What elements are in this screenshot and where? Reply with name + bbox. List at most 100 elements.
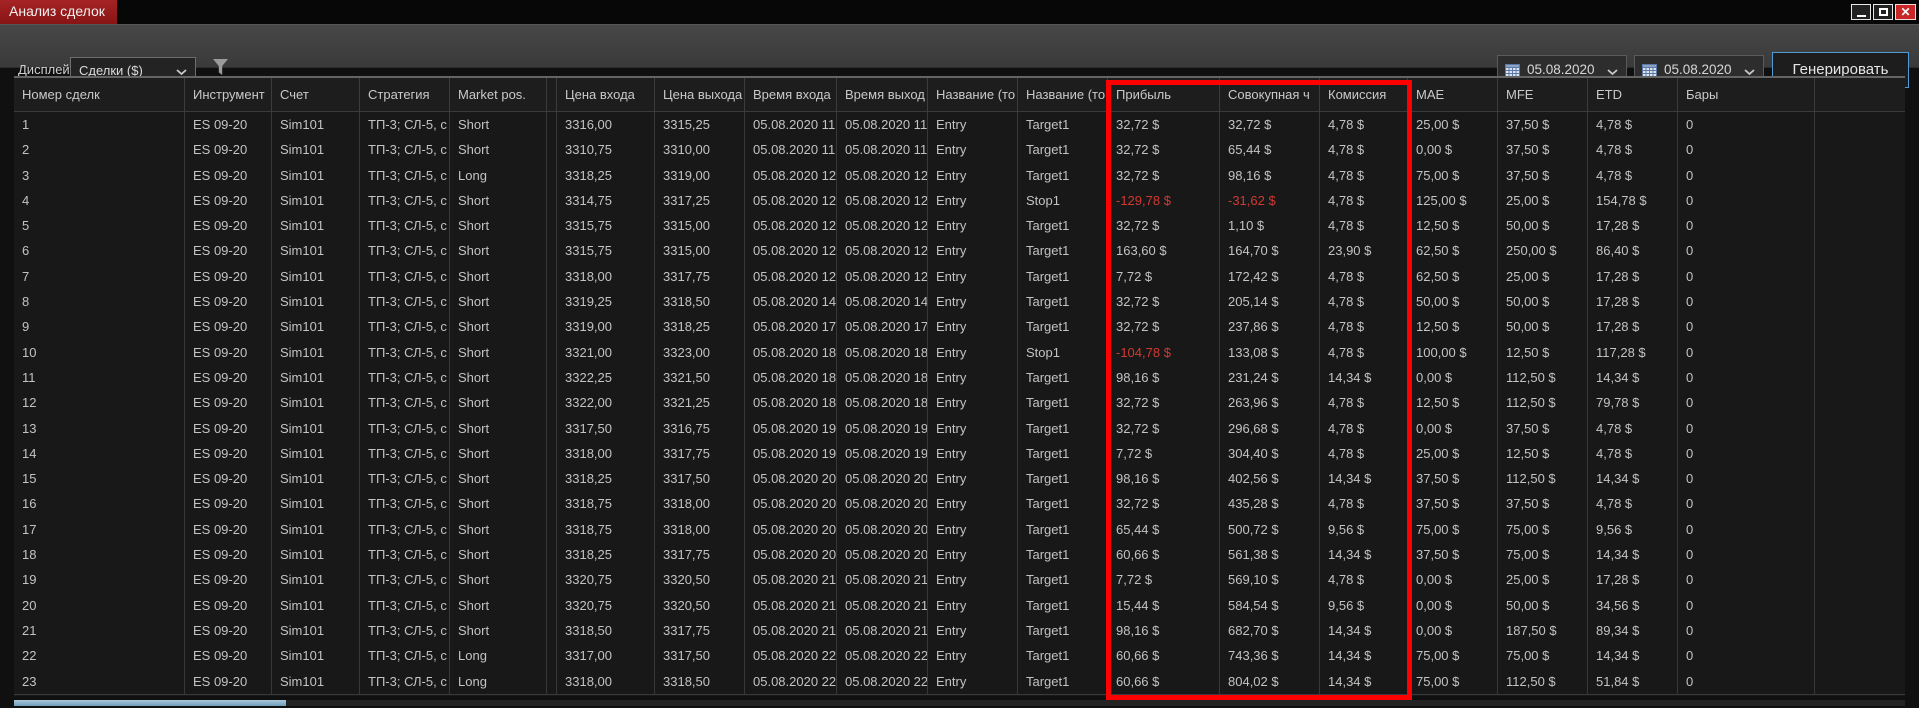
cell-mae: 75,00 $ [1408,643,1498,669]
cell-entry-time: 05.08.2020 19 [745,415,837,441]
cell-instrument: ES 09-20 [185,364,272,391]
table-row[interactable]: 9 ES 09-20 Sim101 ТП-3; СЛ-5, с Short 3319,00… [14,314,1905,340]
cell-exit-name: Target1 [1018,137,1108,163]
cell-strategy: ТП-3; СЛ-5, с [360,440,450,467]
table-row[interactable]: 12 ES 09-20 Sim101 ТП-3; СЛ-5, с Short 3322,0… [14,390,1905,416]
cell-mae: 37,50 $ [1408,542,1498,568]
horizontal-scrollbar-thumb[interactable] [14,700,286,706]
table-row[interactable]: 6 ES 09-20 Sim101 ТП-3; СЛ-5, с Short 3315,75… [14,238,1905,264]
column-header-bars[interactable]: Бары [1678,78,1815,112]
cell-bars: 0 [1678,440,1815,467]
cell-strategy: ТП-3; СЛ-5, с [360,542,450,568]
cell-bars: 0 [1678,390,1815,416]
cell-entry-price: 3318,25 [557,542,655,568]
table-row[interactable]: 11 ES 09-20 Sim101 ТП-3; СЛ-5, с Short 3322,2… [14,364,1905,391]
column-header-market-pos[interactable]: Market pos. [450,78,547,112]
cell-exit-name: Target1 [1018,491,1108,517]
column-header-exit-time[interactable]: Время выход [837,78,928,112]
table-row[interactable]: 18 ES 09-20 Sim101 ТП-3; СЛ-5, с Short 3318,2… [14,542,1905,568]
column-header-mfe[interactable]: MFE [1498,78,1588,112]
table-row[interactable]: 19 ES 09-20 Sim101 ТП-3; СЛ-5, с Short 3320,7… [14,567,1905,593]
table-row[interactable]: 16 ES 09-20 Sim101 ТП-3; СЛ-5, с Short 3318,7… [14,491,1905,517]
cell-market-pos: Short [450,415,547,441]
cell-entry-name: Entry [928,339,1018,365]
maximize-button[interactable] [1873,4,1893,20]
cell-exit-price: 3318,00 [655,516,745,543]
column-header-trade-number[interactable]: Номер сделк [14,78,185,112]
cell-bars: 0 [1678,516,1815,543]
cell-trade-number: 4 [14,187,185,214]
column-header-entry-time[interactable]: Время входа [745,78,837,112]
table-row[interactable]: 2 ES 09-20 Sim101 ТП-3; СЛ-5, с Short 3310,75… [14,137,1905,163]
column-header-profit[interactable]: Прибыль [1108,78,1220,112]
column-header-strategy[interactable]: Стратегия [360,78,450,112]
cell-mae: 0,00 $ [1408,415,1498,441]
cell-mfe: 50,00 $ [1498,314,1588,340]
cell-mae: 50,00 $ [1408,289,1498,315]
table-row[interactable]: 4 ES 09-20 Sim101 ТП-3; СЛ-5, с Short 3314,75… [14,187,1905,214]
table-row[interactable]: 1 ES 09-20 Sim101 ТП-3; СЛ-5, с Short 3316,00… [14,112,1905,138]
table-row[interactable]: 7 ES 09-20 Sim101 ТП-3; СЛ-5, с Short 3318,00… [14,263,1905,290]
column-header-mae[interactable]: MAE [1408,78,1498,112]
cell-etd: 154,78 $ [1588,187,1678,214]
cell-mae: 62,50 $ [1408,238,1498,264]
cell-profit: 98,16 $ [1108,466,1220,492]
column-header-commission[interactable]: Комиссия [1320,78,1408,112]
cell-entry-time: 05.08.2020 12 [745,213,837,239]
minimize-button[interactable] [1851,4,1871,20]
cell-mfe: 37,50 $ [1498,491,1588,517]
table-row[interactable]: 23 ES 09-20 Sim101 ТП-3; СЛ-5, с Long 3318,00… [14,668,1905,694]
cell-exit-name: Target1 [1018,542,1108,568]
cell-etd: 4,78 $ [1588,162,1678,188]
cell-commission: 14,34 $ [1320,617,1408,644]
cell-entry-time: 05.08.2020 21 [745,617,837,644]
window-title-tab[interactable]: Анализ сделок [0,0,117,24]
cell-mfe: 112,50 $ [1498,364,1588,391]
table-row[interactable]: 22 ES 09-20 Sim101 ТП-3; СЛ-5, с Long 3317,00… [14,643,1905,669]
trades-table: Номер сделк Инструмент Счет Стратегия Market… [14,76,1905,696]
column-header-exit-price[interactable]: Цена выхода [655,78,745,112]
table-row[interactable]: 13 ES 09-20 Sim101 ТП-3; СЛ-5, с Short 3317,5… [14,415,1905,441]
cell-account: Sim101 [272,617,360,644]
close-button[interactable]: ✕ [1895,4,1916,20]
cell-exit-time: 05.08.2020 12 [837,162,928,188]
table-row[interactable]: 21 ES 09-20 Sim101 ТП-3; СЛ-5, с Short 3318,5… [14,617,1905,644]
table-row[interactable]: 10 ES 09-20 Sim101 ТП-3; СЛ-5, с Short 3321,0… [14,339,1905,365]
title-bar: Анализ сделок ✕ [0,0,1919,24]
table-row[interactable]: 20 ES 09-20 Sim101 ТП-3; СЛ-5, с Short 3320,7… [14,592,1905,618]
cell-exit-time: 05.08.2020 21 [837,567,928,593]
cell-strategy: ТП-3; СЛ-5, с [360,314,450,340]
cell-profit: 60,66 $ [1108,668,1220,694]
column-header-cum-net-profit[interactable]: Совокупная ч [1220,78,1320,112]
cell-account: Sim101 [272,238,360,264]
cell-exit-price: 3321,50 [655,364,745,391]
window-title: Анализ сделок [9,3,105,19]
cell-etd: 14,34 $ [1588,364,1678,391]
cell-market-pos: Short [450,440,547,467]
table-row[interactable]: 8 ES 09-20 Sim101 ТП-3; СЛ-5, с Short 3319,25… [14,289,1905,315]
table-row[interactable]: 3 ES 09-20 Sim101 ТП-3; СЛ-5, с Long 3318,25 3… [14,162,1905,188]
horizontal-scrollbar-track[interactable] [14,700,1905,706]
cell-trade-number: 14 [14,440,185,467]
cell-bars: 0 [1678,162,1815,188]
column-header-exit-name[interactable]: Название (то [1018,78,1108,112]
column-header-entry-price[interactable]: Цена входа [557,78,655,112]
cell-exit-price: 3315,00 [655,238,745,264]
cell-spacer [547,542,557,568]
cell-trade-number: 2 [14,137,185,163]
cell-cum-net-profit: 402,56 $ [1220,466,1320,492]
column-header-entry-name[interactable]: Название (то [928,78,1018,112]
cell-etd: 117,28 $ [1588,339,1678,365]
cell-etd: 34,56 $ [1588,592,1678,618]
table-row[interactable]: 14 ES 09-20 Sim101 ТП-3; СЛ-5, с Short 3318,0… [14,440,1905,467]
table-row[interactable]: 15 ES 09-20 Sim101 ТП-3; СЛ-5, с Short 3318,2… [14,466,1905,492]
column-header-instrument[interactable]: Инструмент [185,78,272,112]
cell-instrument: ES 09-20 [185,263,272,290]
column-header-spacer[interactable] [547,78,557,112]
column-header-etd[interactable]: ETD [1588,78,1678,112]
cell-entry-name: Entry [928,491,1018,517]
column-header-account[interactable]: Счет [272,78,360,112]
table-row[interactable]: 5 ES 09-20 Sim101 ТП-3; СЛ-5, с Short 3315,75… [14,213,1905,239]
cell-spacer [547,466,557,492]
table-row[interactable]: 17 ES 09-20 Sim101 ТП-3; СЛ-5, с Short 3318,7… [14,516,1905,543]
